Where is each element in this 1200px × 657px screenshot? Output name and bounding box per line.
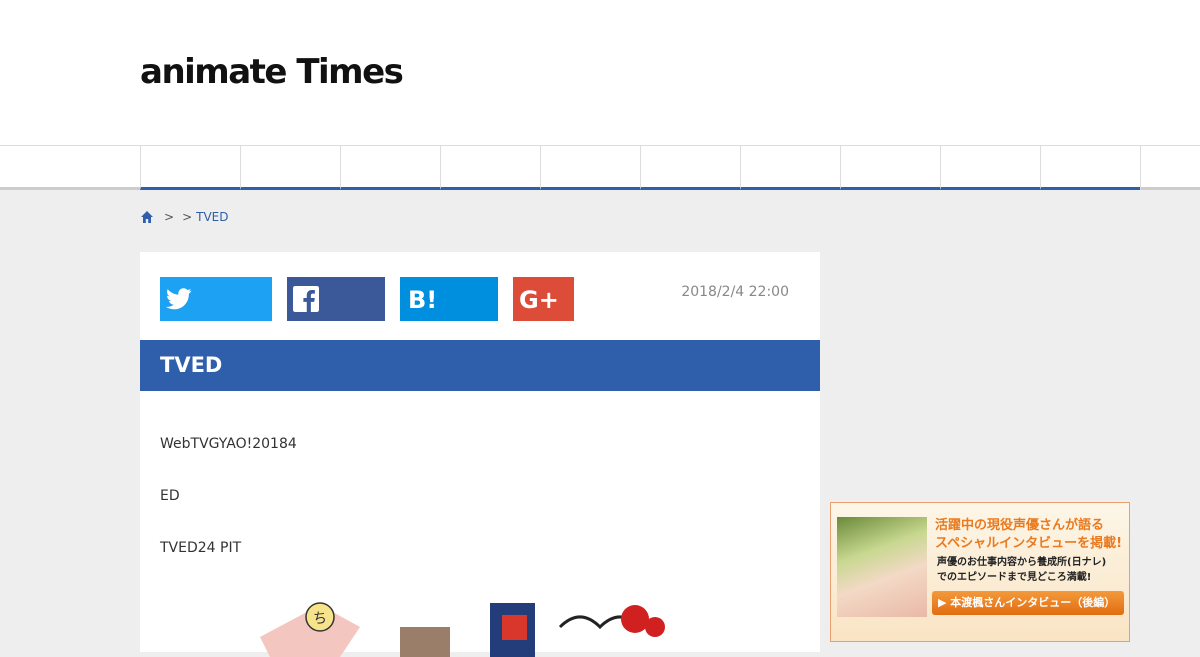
site-header: animate Times <box>0 0 1200 145</box>
article-image: ち <box>260 602 665 657</box>
article-paragraph: TVED24 PIT <box>160 540 242 556</box>
google-plus-icon: G+ <box>519 286 559 312</box>
svg-text:ち: ち <box>313 611 327 627</box>
facebook-share-button[interactable] <box>287 277 385 321</box>
nav-item-more[interactable] <box>1140 146 1200 190</box>
ad-headline: 活躍中の現役声優さんが語る スペシャルインタビューを掲載! <box>935 518 1123 551</box>
article-paragraph: WebTVGYAO!20184 <box>160 436 297 452</box>
nav-item-9[interactable] <box>940 146 1040 190</box>
nav-item-5[interactable] <box>540 146 640 190</box>
breadcrumb: > > TVED <box>140 209 229 225</box>
google-plus-share-button[interactable]: G+ <box>513 277 574 321</box>
breadcrumb-current[interactable]: TVED <box>196 209 228 225</box>
ad-photo <box>837 517 927 617</box>
article-card: B! G+ 2018/2/4 22:00 TVED WebTVGYAO!2018… <box>140 252 820 657</box>
article-title: TVED <box>160 353 223 377</box>
nav-item-1[interactable] <box>140 146 240 190</box>
svg-text:B!: B! <box>408 286 437 312</box>
nav-item-6[interactable] <box>640 146 740 190</box>
home-icon[interactable] <box>140 210 154 224</box>
ad-subtext: 声優のお仕事内容から養成所(日ナレ) でのエピソードまで見どころ満載! <box>937 557 1107 583</box>
facebook-icon <box>293 286 319 312</box>
nav-item-4[interactable] <box>440 146 540 190</box>
nav-item-10[interactable] <box>1040 146 1140 190</box>
hatena-bookmark-icon: B! <box>408 286 437 312</box>
nav-item-8[interactable] <box>840 146 940 190</box>
site-logo[interactable]: animate Times <box>140 52 404 92</box>
article-title-bar: TVED <box>140 340 820 391</box>
twitter-share-button[interactable] <box>160 277 272 321</box>
sidebar-ad-banner[interactable]: 活躍中の現役声優さんが語る スペシャルインタビューを掲載! 声優のお仕事内容から… <box>830 502 1130 642</box>
twitter-icon <box>166 288 192 310</box>
publish-date: 2018/2/4 22:00 <box>681 284 789 300</box>
nav-item-7[interactable] <box>740 146 840 190</box>
svg-text:G+: G+ <box>519 286 559 312</box>
article-paragraph: ED <box>160 488 180 504</box>
breadcrumb-separator: > <box>164 210 175 224</box>
hatena-bookmark-button[interactable]: B! <box>400 277 498 321</box>
global-nav <box>0 145 1200 190</box>
nav-item-2[interactable] <box>240 146 340 190</box>
breadcrumb-separator: > <box>182 210 193 224</box>
nav-item-3[interactable] <box>340 146 440 190</box>
ad-interview-button[interactable]: ▶ 本渡楓さんインタビュー（後編） <box>932 591 1124 615</box>
